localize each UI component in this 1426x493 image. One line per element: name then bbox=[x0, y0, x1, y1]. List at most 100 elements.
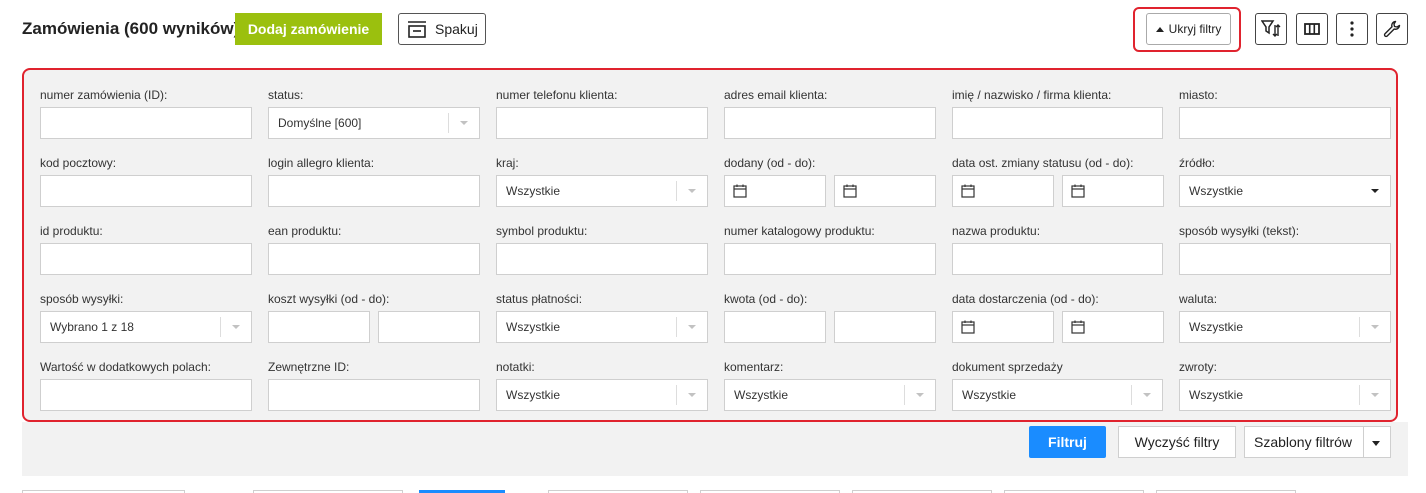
external-id-label: Zewnętrzne ID: bbox=[268, 360, 350, 374]
allegro-login-label: login allegro klienta: bbox=[268, 156, 375, 170]
filters-panel: numer zamówienia (ID): status: Domyślne … bbox=[22, 68, 1398, 422]
extra-fields-input[interactable] bbox=[40, 379, 252, 411]
dropdown-divider bbox=[1363, 427, 1364, 457]
clear-filters-button[interactable]: Wyczyść filtry bbox=[1118, 426, 1236, 458]
email-input[interactable] bbox=[724, 107, 936, 139]
shipping-method-label: sposób wysyłki: bbox=[40, 292, 124, 306]
pack-button[interactable]: Spakuj bbox=[398, 13, 486, 45]
calendar-icon bbox=[961, 184, 975, 198]
country-select-value: Wszystkie bbox=[506, 184, 560, 198]
returns-select-value: Wszystkie bbox=[1189, 388, 1243, 402]
orders-page: Zamówienia (600 wyników) Dodaj zamówieni… bbox=[0, 0, 1426, 493]
amount-from-input[interactable] bbox=[724, 311, 826, 343]
ean-input[interactable] bbox=[268, 243, 480, 275]
payment-status-select[interactable]: Wszystkie bbox=[496, 311, 708, 343]
added-date-to[interactable] bbox=[834, 175, 936, 207]
sales-document-select[interactable]: Wszystkie bbox=[952, 379, 1163, 411]
add-order-button[interactable]: Dodaj zamówienie bbox=[235, 13, 382, 45]
filter-sort-button[interactable] bbox=[1255, 13, 1287, 45]
delivery-date-from[interactable] bbox=[952, 311, 1054, 343]
phone-input[interactable] bbox=[496, 107, 708, 139]
pack-button-label: Spakuj bbox=[435, 21, 478, 37]
hide-filters-button[interactable]: Ukryj filtry bbox=[1146, 13, 1231, 45]
filter-sort-icon bbox=[1261, 20, 1281, 37]
source-select-value: Wszystkie bbox=[1189, 184, 1243, 198]
chevron-down-icon bbox=[1371, 325, 1379, 329]
chevron-down-icon bbox=[460, 121, 468, 125]
shipping-cost-to-input[interactable] bbox=[378, 311, 480, 343]
status-change-label: data ost. zmiany statusu (od - do): bbox=[952, 156, 1134, 170]
symbol-input[interactable] bbox=[496, 243, 708, 275]
status-select[interactable]: Domyślne [600] bbox=[268, 107, 480, 139]
catalog-number-label: numer katalogowy produktu: bbox=[724, 224, 875, 238]
shipping-method-select[interactable]: Wybrano 1 z 18 bbox=[40, 311, 252, 343]
comment-select-value: Wszystkie bbox=[734, 388, 788, 402]
shipping-cost-from-input[interactable] bbox=[268, 311, 370, 343]
customer-name-input[interactable] bbox=[952, 107, 1163, 139]
sales-document-value: Wszystkie bbox=[962, 388, 1016, 402]
comment-label: komentarz: bbox=[724, 360, 784, 374]
allegro-login-input[interactable] bbox=[268, 175, 480, 207]
status-change-from[interactable] bbox=[952, 175, 1054, 207]
extra-fields-label: Wartość w dodatkowych polach: bbox=[40, 360, 211, 374]
page-header: Zamówienia (600 wyników) Dodaj zamówieni… bbox=[0, 0, 1426, 58]
source-label: źródło: bbox=[1179, 156, 1216, 170]
payment-status-value: Wszystkie bbox=[506, 320, 560, 334]
select-divider bbox=[1131, 385, 1132, 405]
chevron-down-icon bbox=[688, 393, 696, 397]
chevron-down-icon bbox=[688, 325, 696, 329]
notes-select-value: Wszystkie bbox=[506, 388, 560, 402]
country-select[interactable]: Wszystkie bbox=[496, 175, 708, 207]
calendar-icon bbox=[961, 320, 975, 334]
columns-button[interactable] bbox=[1296, 13, 1328, 45]
select-divider bbox=[676, 317, 677, 337]
select-divider bbox=[676, 385, 677, 405]
chevron-down-icon bbox=[232, 325, 240, 329]
shipping-cost-label: koszt wysyłki (od - do): bbox=[268, 292, 390, 306]
apply-filter-button[interactable]: Filtruj bbox=[1029, 426, 1106, 458]
source-select[interactable]: Wszystkie bbox=[1179, 175, 1391, 207]
postcode-input[interactable] bbox=[40, 175, 252, 207]
chevron-down-icon bbox=[1372, 441, 1380, 446]
returns-select[interactable]: Wszystkie bbox=[1179, 379, 1391, 411]
shipping-method-value: Wybrano 1 z 18 bbox=[50, 320, 134, 334]
product-name-input[interactable] bbox=[952, 243, 1163, 275]
product-id-input[interactable] bbox=[40, 243, 252, 275]
country-label: kraj: bbox=[496, 156, 519, 170]
amount-to-input[interactable] bbox=[834, 311, 936, 343]
chevron-down-icon bbox=[1143, 393, 1151, 397]
select-divider bbox=[904, 385, 905, 405]
settings-button[interactable] bbox=[1376, 13, 1408, 45]
city-input[interactable] bbox=[1179, 107, 1391, 139]
sales-document-label: dokument sprzedaży bbox=[952, 360, 1063, 374]
select-divider bbox=[676, 181, 677, 201]
returns-label: zwroty: bbox=[1179, 360, 1218, 374]
columns-icon bbox=[1304, 23, 1320, 35]
delivery-date-to[interactable] bbox=[1062, 311, 1164, 343]
email-label: adres email klienta: bbox=[724, 88, 828, 102]
chevron-down-icon bbox=[916, 393, 924, 397]
caret-up-icon bbox=[1155, 26, 1164, 32]
calendar-icon bbox=[1071, 184, 1085, 198]
shipping-text-input[interactable] bbox=[1179, 243, 1391, 275]
currency-select-value: Wszystkie bbox=[1189, 320, 1243, 334]
notes-select[interactable]: Wszystkie bbox=[496, 379, 708, 411]
product-name-label: nazwa produktu: bbox=[952, 224, 1041, 238]
added-date-from[interactable] bbox=[724, 175, 826, 207]
external-id-input[interactable] bbox=[268, 379, 480, 411]
order-id-input[interactable] bbox=[40, 107, 252, 139]
calendar-icon bbox=[1071, 320, 1085, 334]
kebab-menu-icon bbox=[1350, 21, 1354, 37]
status-change-to[interactable] bbox=[1062, 175, 1164, 207]
currency-select[interactable]: Wszystkie bbox=[1179, 311, 1391, 343]
filter-templates-dropdown[interactable]: Szablony filtrów bbox=[1244, 426, 1391, 458]
postcode-label: kod pocztowy: bbox=[40, 156, 117, 170]
filter-templates-label: Szablony filtrów bbox=[1254, 434, 1353, 450]
hide-filters-label: Ukryj filtry bbox=[1168, 22, 1222, 36]
more-options-button[interactable] bbox=[1336, 13, 1368, 45]
symbol-label: symbol produktu: bbox=[496, 224, 588, 238]
catalog-number-input[interactable] bbox=[724, 243, 936, 275]
status-label: status: bbox=[268, 88, 304, 102]
product-id-label: id produktu: bbox=[40, 224, 103, 238]
comment-select[interactable]: Wszystkie bbox=[724, 379, 936, 411]
